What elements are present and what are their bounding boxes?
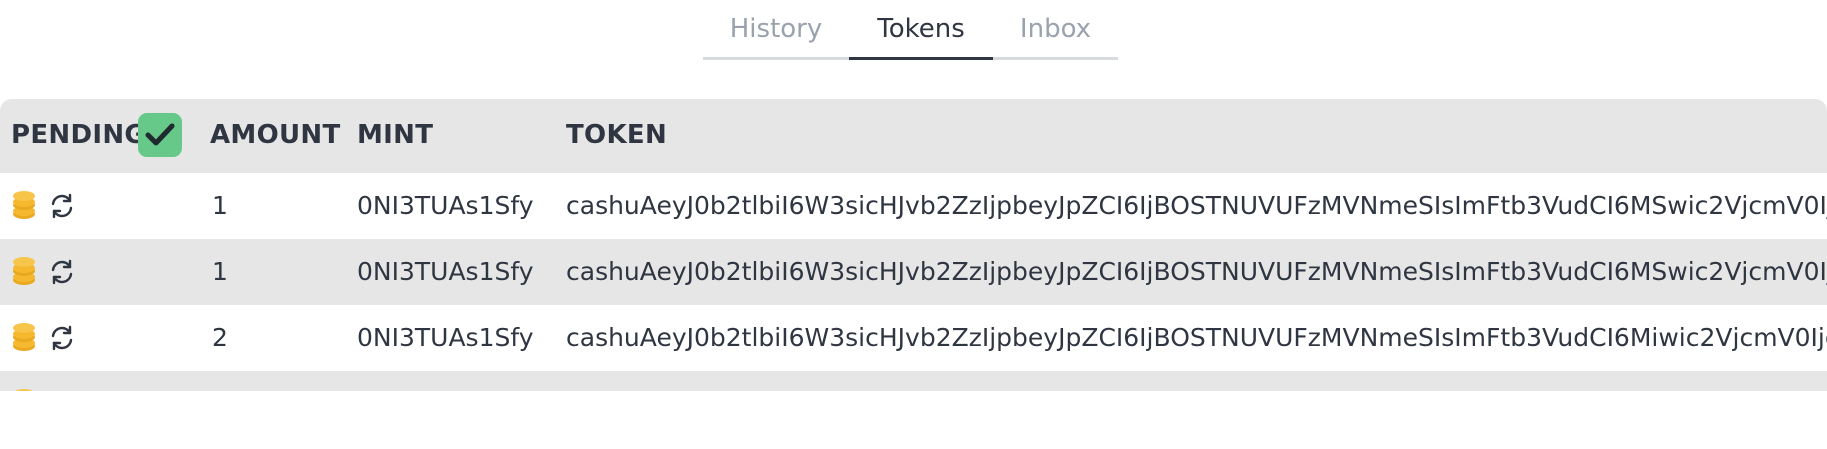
tokens-table: PENDING AMOUNT MINT TOKEN 1 0NI3TUAs1Sfy…: [0, 99, 1827, 391]
coin-stack-icon: [13, 257, 35, 285]
table-row[interactable]: 1 0NI3TUAs1Sfy cashuAeyJ0b2tlbiI6W3sicHJ…: [0, 239, 1827, 305]
checkmark-icon: [145, 123, 175, 146]
amount-cell: 1: [212, 257, 228, 286]
table-header: PENDING AMOUNT MINT TOKEN: [0, 99, 1827, 173]
amount-cell: 1: [212, 191, 228, 220]
coin-stack-icon: [13, 323, 35, 351]
header-pending: PENDING: [11, 120, 147, 150]
tab-tokens[interactable]: Tokens: [849, 0, 993, 60]
mint-cell: 0NI3TUAs1Sfy: [357, 191, 534, 220]
pending-filter-checkbox[interactable]: [138, 113, 182, 157]
coin-stack-icon: [15, 389, 33, 391]
mint-cell: 0NI3TUAs1Sfy: [357, 323, 534, 352]
table-row[interactable]: 2 0NI3TUAs1Sfy cashuAeyJ0b2tlbiI6W3sicHJ…: [0, 305, 1827, 371]
amount-cell: 2: [212, 323, 228, 352]
refresh-icon[interactable]: [48, 324, 76, 352]
token-cell: cashuAeyJ0b2tlbiI6W3sicHJvb2ZzIjpbeyJpZC…: [566, 257, 1827, 286]
header-amount: AMOUNT: [210, 120, 341, 150]
refresh-icon[interactable]: [48, 258, 76, 286]
tab-inbox[interactable]: Inbox: [993, 0, 1118, 60]
tab-history[interactable]: History: [703, 0, 849, 60]
header-mint: MINT: [357, 120, 434, 150]
tab-bar: History Tokens Inbox: [703, 0, 1118, 62]
mint-cell: 0NI3TUAs1Sfy: [357, 257, 534, 286]
token-cell: cashuAeyJ0b2tlbiI6W3sicHJvb2ZzIjpbeyJpZC…: [566, 323, 1827, 352]
refresh-icon[interactable]: [48, 192, 76, 220]
table-row[interactable]: 1 0NI3TUAs1Sfy cashuAeyJ0b2tlbiI6W3sicHJ…: [0, 173, 1827, 239]
token-cell: cashuAeyJ0b2tlbiI6W3sicHJvb2ZzIjpbeyJpZC…: [566, 191, 1827, 220]
table-row[interactable]: [0, 371, 1827, 391]
coin-stack-icon: [13, 191, 35, 219]
header-token: TOKEN: [566, 120, 668, 150]
